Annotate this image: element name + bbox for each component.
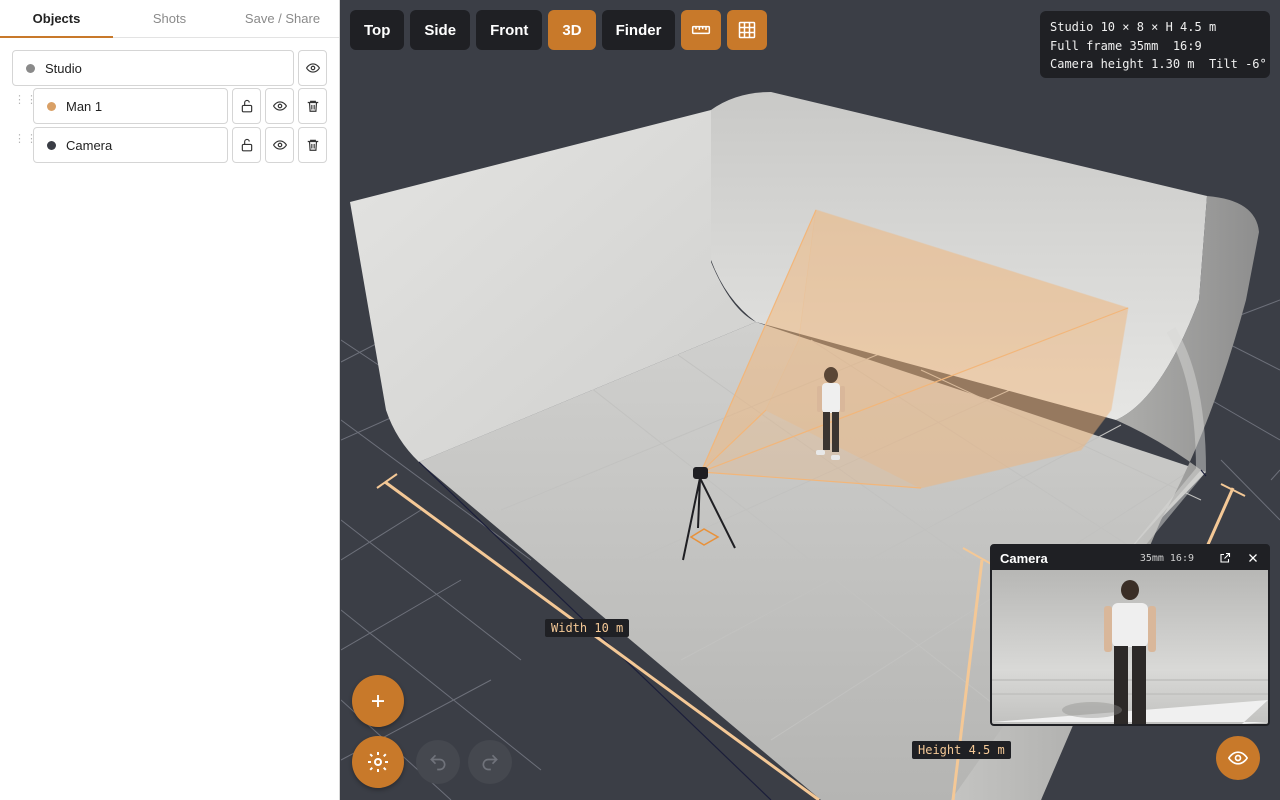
- close-preview-button[interactable]: [1246, 551, 1260, 565]
- unlock-icon: [241, 99, 252, 113]
- popout-button[interactable]: [1218, 551, 1232, 565]
- toggle-preview-button[interactable]: [1216, 736, 1260, 780]
- grid-icon: [739, 21, 756, 39]
- object-field-man-1[interactable]: Man 1: [33, 88, 228, 124]
- camera-preview-window[interactable]: Camera 35mm 16:9: [990, 544, 1270, 726]
- info-camera-height: Camera height 1.30 m Tilt -6°: [1050, 57, 1267, 71]
- object-label: Camera: [66, 137, 113, 153]
- drag-handle-icon[interactable]: ⋮⋮: [14, 134, 37, 153]
- object-color-dot: [47, 140, 56, 150]
- delete-button[interactable]: [298, 127, 327, 163]
- width-label: Width 10 m: [545, 619, 630, 637]
- object-color-dot: [47, 101, 56, 111]
- trash-icon: [307, 139, 318, 151]
- ruler-toggle-button[interactable]: [681, 10, 722, 50]
- info-lens: Full frame 35mm 16:9: [1050, 38, 1202, 53]
- delete-button[interactable]: [298, 88, 327, 124]
- camera-preview-header: Camera 35mm 16:9: [992, 546, 1268, 570]
- undo-icon: [430, 754, 446, 771]
- scene-info-panel: Studio 10 × 8 × H 4.5 m Full frame 35mm 1…: [1040, 11, 1270, 78]
- external-link-icon: [1220, 552, 1231, 563]
- eye-icon: [272, 140, 287, 150]
- height-label: Height 4.5 m: [912, 741, 1011, 759]
- grid-toggle-button[interactable]: [727, 10, 768, 50]
- 3d-viewport[interactable]: Top Side Front 3D Finder Studio 10 × 8 ×…: [341, 0, 1280, 800]
- gear-icon: [368, 752, 388, 772]
- plus-icon: [372, 695, 384, 707]
- visibility-toggle-button[interactable]: [265, 127, 294, 163]
- tab-shots[interactable]: Shots: [113, 0, 226, 37]
- close-icon: [1249, 554, 1257, 562]
- tab-save-share[interactable]: Save / Share: [226, 0, 339, 37]
- view-top-button[interactable]: Top: [350, 10, 405, 50]
- visibility-toggle-button[interactable]: [298, 50, 327, 86]
- info-studio-size: Studio 10 × 8 × H 4.5 m: [1050, 20, 1217, 34]
- view-toolbar: Top Side Front 3D Finder: [350, 10, 768, 50]
- view-front-button[interactable]: Front: [476, 10, 543, 50]
- object-row-man-1: ⋮⋮ Man 1: [0, 86, 340, 126]
- trash-icon: [307, 100, 318, 112]
- camera-preview-image: [992, 570, 1268, 724]
- camera-preview-title: Camera: [1000, 550, 1048, 566]
- sidebar-tabs: Objects Shots Save / Share: [0, 0, 339, 38]
- add-object-button[interactable]: [352, 675, 404, 727]
- eye-icon: [272, 101, 287, 111]
- tab-objects[interactable]: Objects: [0, 0, 113, 38]
- drag-handle-icon[interactable]: ⋮⋮: [14, 95, 37, 114]
- object-label: Studio: [45, 60, 82, 76]
- view-finder-button[interactable]: Finder: [601, 10, 676, 50]
- undo-button[interactable]: [416, 740, 460, 784]
- object-color-dot: [26, 63, 35, 73]
- unlock-icon: [241, 138, 252, 152]
- camera-preview-spec: 35mm 16:9: [1139, 552, 1194, 564]
- object-field-studio[interactable]: Studio: [12, 50, 294, 86]
- sidebar: Objects Shots Save / Share Studio ⋮⋮ Man…: [0, 0, 340, 800]
- visibility-toggle-button[interactable]: [265, 88, 294, 124]
- settings-button[interactable]: [352, 736, 404, 788]
- eye-icon: [305, 63, 320, 73]
- eye-icon: [1228, 751, 1248, 765]
- object-field-camera[interactable]: Camera: [33, 127, 228, 163]
- redo-button[interactable]: [468, 740, 512, 784]
- lock-toggle-button[interactable]: [232, 127, 261, 163]
- view-side-button[interactable]: Side: [410, 10, 471, 50]
- lock-toggle-button[interactable]: [232, 88, 261, 124]
- object-row-studio: Studio: [0, 48, 340, 88]
- redo-icon: [482, 754, 498, 771]
- view-3d-button[interactable]: 3D: [548, 10, 596, 50]
- object-label: Man 1: [66, 98, 103, 114]
- ruler-icon: [692, 25, 711, 35]
- object-row-camera: ⋮⋮ Camera: [0, 125, 340, 165]
